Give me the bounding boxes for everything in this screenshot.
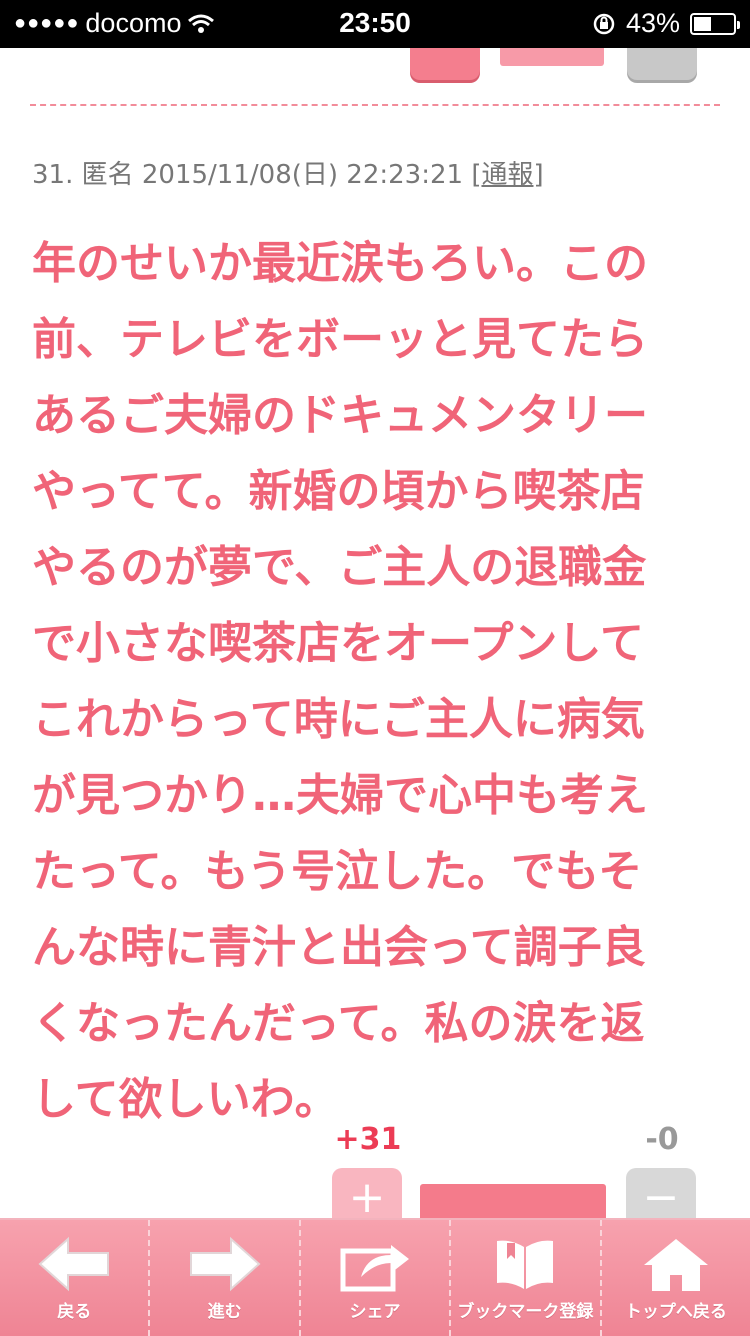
comment-line: たって。もう号泣した。でもそ <box>32 846 643 897</box>
prev-minus-vote-button[interactable] <box>627 48 697 80</box>
comment-meta-close: ] <box>533 160 544 190</box>
report-link[interactable]: 通報 <box>481 160 533 190</box>
share-icon <box>340 1245 410 1292</box>
status-bar: ●●●●● docomo 23:50 43% <box>0 0 750 48</box>
battery-icon <box>690 12 740 35</box>
forward-button[interactable]: 進む <box>148 1220 298 1336</box>
back-label: 戻る <box>57 1302 92 1322</box>
bookmark-button[interactable]: ブックマーク登録 <box>449 1220 599 1336</box>
comment-line: あるご夫婦のドキュメンタリー <box>32 390 648 441</box>
top-button[interactable]: トップへ戻る <box>599 1220 750 1336</box>
bottom-toolbar: 戻る 進む シェア ブックマーク登録 トップへ戻る <box>0 1218 750 1336</box>
back-button[interactable]: 戻る <box>0 1220 148 1336</box>
plus-vote-count: +31 <box>334 1122 402 1157</box>
bookmark-label: ブックマーク登録 <box>457 1302 594 1322</box>
prev-vote-bar <box>500 48 604 66</box>
book-icon <box>497 1240 554 1289</box>
comment-line: が見つかり…夫婦で心中も考え <box>32 770 648 821</box>
home-icon <box>643 1239 708 1291</box>
arrow-right-icon <box>189 1236 261 1292</box>
comment-line: やるのが夢で、ご主人の退職金 <box>32 542 647 593</box>
comment-line: 年のせいか最近涙もろい。この <box>32 238 648 289</box>
comment-meta: 31. 匿名 2015/11/08(日) 22:23:21 [通報] <box>32 154 544 191</box>
comment-line: で小さな喫茶店をオープンして <box>32 618 645 669</box>
forward-label: 進む <box>207 1302 242 1322</box>
comment-divider <box>30 104 720 106</box>
rotation-lock-icon <box>593 13 615 34</box>
comment-line: やってて。新婚の頃から喫茶店 <box>32 466 645 517</box>
comment-line: んな時に青汁と出会って調子良 <box>32 922 646 973</box>
comment-line: くなったんだって。私の涙を返 <box>32 998 645 1049</box>
battery-percent: 43% <box>625 8 680 38</box>
comment-line: これからって時にご主人に病気 <box>32 694 645 745</box>
top-label: トップへ戻る <box>624 1302 727 1322</box>
comment-body: 年のせいか最近涙もろい。この 前、テレビをボーッと見てたら あるご夫婦のドキュメ… <box>32 226 722 1138</box>
share-label: シェア <box>349 1302 401 1322</box>
minus-vote-count: -0 <box>645 1122 679 1157</box>
arrow-left-icon <box>38 1236 110 1292</box>
share-button[interactable]: シェア <box>298 1220 449 1336</box>
prev-plus-vote-button[interactable] <box>410 48 480 80</box>
comment-line: 前、テレビをボーッと見てたら <box>32 314 648 365</box>
comment-meta-text: 31. 匿名 2015/11/08(日) 22:23:21 [ <box>32 160 482 190</box>
